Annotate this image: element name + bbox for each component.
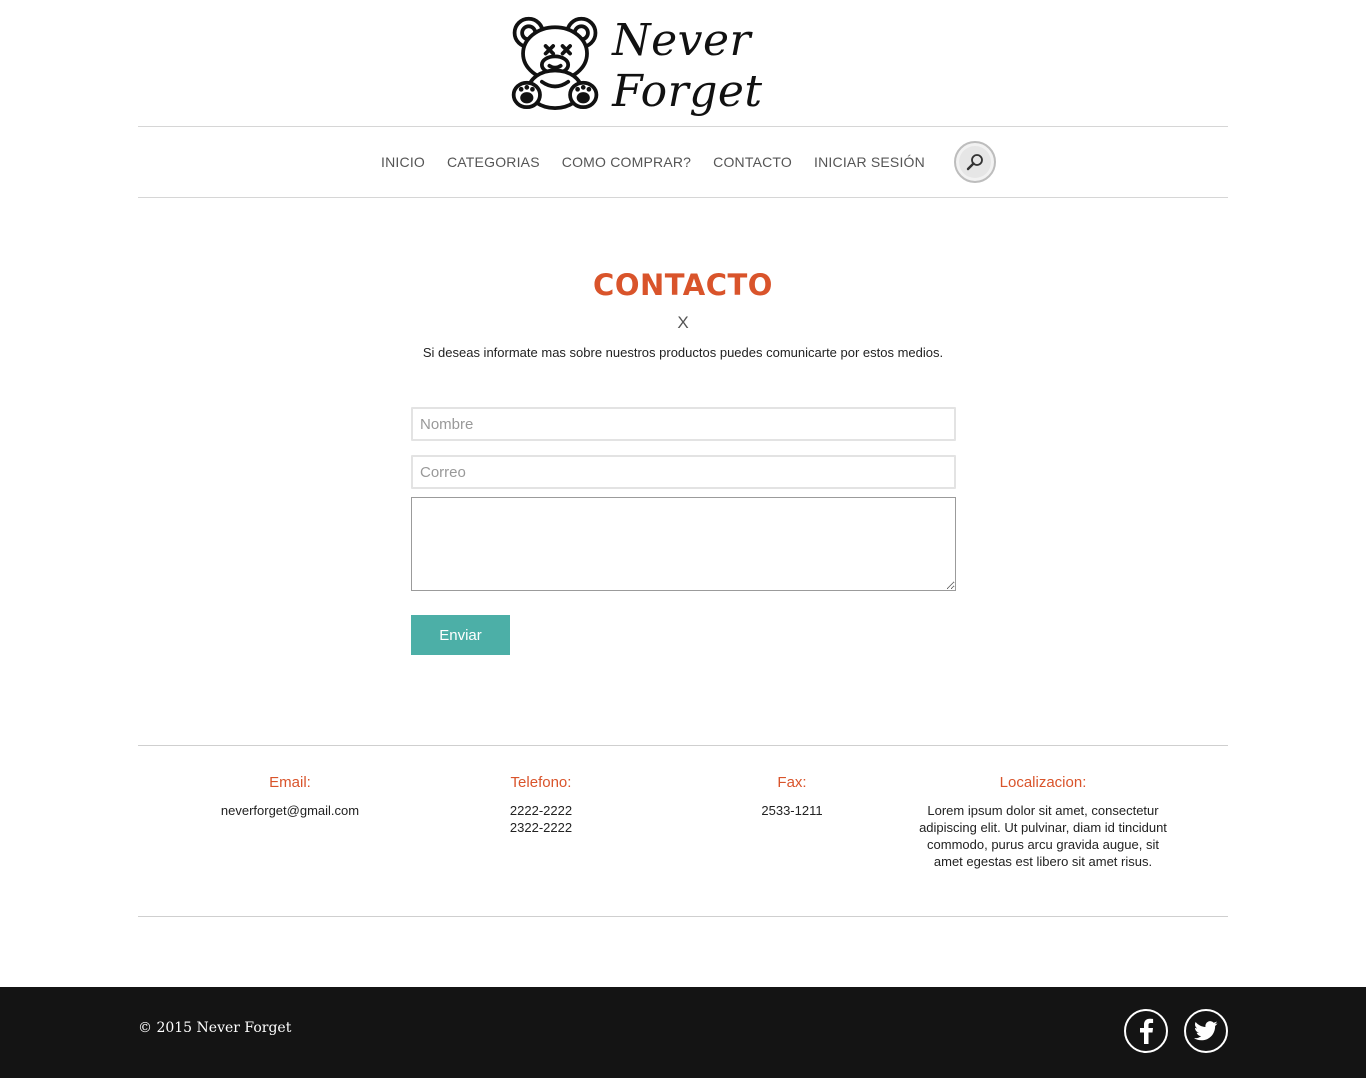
nav-item-categorias[interactable]: CATEGORIAS [447, 154, 540, 170]
page-title: CONTACTO [593, 268, 773, 302]
email-value: neverforget@gmail.com [220, 803, 360, 818]
fax-block: Fax: 2533-1211 [692, 774, 892, 819]
twitter-icon [1194, 1021, 1218, 1041]
fax-value: 2533-1211 [761, 803, 823, 818]
fax-heading: Fax: [777, 774, 807, 791]
send-button[interactable]: Enviar [411, 615, 510, 655]
search-button[interactable] [953, 141, 996, 183]
search-icon [966, 154, 983, 171]
nav-item-iniciar-sesion[interactable]: INICIAR SESIÓN [814, 154, 925, 170]
phone-value-1: 2222-2222 [509, 803, 573, 818]
phone-value-2: 2322-2222 [509, 820, 573, 835]
facebook-link[interactable] [1124, 1009, 1168, 1053]
logo-text: Never Forget [612, 15, 763, 117]
nav-item-contacto[interactable]: CONTACTO [713, 154, 792, 170]
teddy-bear-icon [511, 16, 599, 110]
site-logo[interactable]: Never Forget [508, 8, 898, 117]
facebook-icon [1140, 1018, 1154, 1044]
location-block: Localizacion: Lorem ipsum dolor sit amet… [918, 774, 1168, 870]
name-input[interactable] [411, 407, 956, 441]
location-heading: Localizacion: [999, 774, 1087, 791]
message-textarea[interactable] [411, 497, 956, 591]
close-mark: X [677, 313, 689, 332]
email-block: Email: neverforget@gmail.com [190, 774, 390, 819]
nav-item-inicio[interactable]: INICIO [381, 154, 425, 170]
email-input[interactable] [411, 455, 956, 489]
location-value: Lorem ipsum dolor sit amet, consectetur … [919, 803, 1167, 869]
site-header: Never Forget [0, 0, 1366, 126]
phone-heading: Telefono: [510, 774, 572, 791]
twitter-link[interactable] [1184, 1009, 1228, 1053]
phone-block: Telefono: 2222-2222 2322-2222 [441, 774, 641, 836]
intro-text: Si deseas informate mas sobre nuestros p… [422, 345, 944, 360]
site-footer: © 2015 Never Forget [0, 987, 1366, 1078]
main-nav: INICIO CATEGORIAS COMO COMPRAR? CONTACTO… [138, 126, 1228, 198]
nav-item-como-comprar[interactable]: COMO COMPRAR? [562, 154, 691, 170]
copyright: © 2015 Never Forget [138, 1020, 292, 1036]
email-heading: Email: [269, 774, 311, 791]
contact-info: Email: neverforget@gmail.com Telefono: 2… [138, 745, 1228, 917]
